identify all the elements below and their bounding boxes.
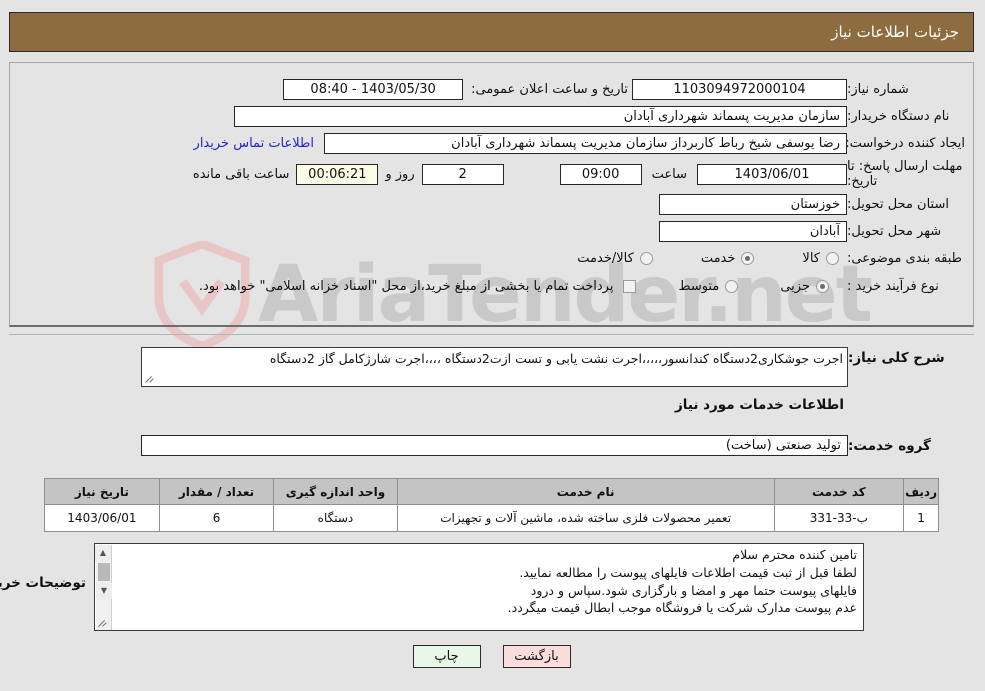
footer-buttons: بازگشت چاپ [0,645,985,668]
row-deadline: مهلت ارسال پاسخ: تا تاریخ: 1403/06/01 سا… [193,159,966,190]
radio-category-khedmat[interactable]: خدمت [702,251,756,266]
td-unit: دستگاه [274,504,399,532]
remaining-days-value: 2 [422,164,505,186]
need-number-label: شماره نیاز: [848,82,910,97]
td-name: تعمیر محصولات فلزی ساخته شده، ماشین آلات… [397,504,776,532]
remaining-days-label: روز و [386,167,416,183]
remaining-time-value: 00:06:21 [297,164,380,186]
subject-category-label: طبقه بندی موضوعی: [848,251,964,266]
need-summary-value: اجرت جوشکاری2دستگاه کندانسور،،،،،اجرت نش… [270,351,844,366]
comment-line: لطفا قبل از ثبت قیمت اطلاعات فایلهای پیو… [520,564,858,580]
page-title: جزئیات اطلاعات نیاز [832,23,960,41]
radio-category-kala-label: کالا [803,251,821,266]
deadline-time-label: ساعت [652,167,688,183]
need-number-value: 1103094972000104 [633,79,848,100]
th-quantity: تعداد / مقدار [159,478,276,505]
buyer-org-label: نام دستگاه خریدار: [848,109,951,124]
buyer-comments-label: توضیحات خریدار: [0,575,87,591]
radio-process-motavaset-label: متوسط [679,279,721,294]
td-code: ب-33-331 [774,504,906,532]
request-creator-value: رضا یوسفی شیخ رباط کاربرداز سازمان مدیری… [325,133,848,154]
purchase-process-label: نوع فرآیند خرید : [848,279,940,294]
remaining-time-label: ساعت باقی مانده [193,167,291,183]
city-value: آبادان [660,221,848,242]
need-info-form-panel: شماره نیاز: 1103094972000104 تاریخ و ساع… [10,62,975,327]
radio-process-jozi-label: جزیی [781,279,811,294]
buyer-contact-link[interactable]: اطلاعات تماس خریدار [195,136,315,151]
comment-line: فایلهای پیوست حتما مهر و امضا و بارگزاری… [531,582,858,598]
radio-process-jozi[interactable]: جزیی [781,279,830,294]
row-service-group: گروه خدمت: تولید صنعتی (ساخت) [142,435,967,456]
service-group-label: گروه خدمت: [849,437,932,454]
resize-grip-icon [145,375,155,385]
row-need-summary: شرح کلی نیاز: اجرت جوشکاری2دستگاه کندانس… [142,347,967,387]
th-need-date: تاریخ نیاز [45,478,161,505]
scroll-up-icon[interactable]: ▲ [96,545,112,561]
comment-line: تامین کننده محترم سلام [733,547,858,562]
td-quantity: 6 [159,504,276,532]
comment-line: عدم پیوست مدارک شرکت یا فروشگاه موجب ابط… [508,600,858,616]
province-value: خوزستان [660,194,848,215]
radio-category-kala-khedmat-label: کالا/خدمت [578,251,635,266]
services-section-title: اطلاعات خدمات مورد نیاز [675,397,845,413]
scrollbar-thumb[interactable] [99,563,111,581]
deadline-label: مهلت ارسال پاسخ: تا تاریخ: [848,159,964,189]
page-root: AriaTender.net جزئیات اطلاعات نیاز شماره… [0,0,985,691]
need-summary-label: شرح کلی نیاز: [849,350,946,366]
row-request-creator: ایجاد کننده درخواست: رضا یوسفی شیخ رباط … [195,133,966,154]
comments-scrollbar[interactable]: ▲ ▼ [96,545,113,630]
print-button[interactable]: چاپ [413,645,482,668]
buyer-comments-section: توضیحات خریدار: تامین کننده محترم سلام ل… [0,540,975,635]
announce-datetime-value: 1403/05/30 - 08:40 [284,79,465,100]
page-title-bar: جزئیات اطلاعات نیاز [10,12,975,52]
buyer-comments-textarea[interactable]: تامین کننده محترم سلام لطفا قبل از ثبت ق… [95,543,865,631]
treasury-bond-text: پرداخت تمام یا بخشی از مبلغ خرید،از محل … [199,279,615,294]
radio-category-kala-khedmat[interactable]: کالا/خدمت [578,251,654,266]
buyer-org-value: سازمان مدیریت پسماند شهرداری آبادان [235,106,848,127]
radio-category-kala-khedmat-icon[interactable] [640,252,654,265]
th-name: نام خدمت [397,478,776,505]
treasury-bond-checkbox-icon[interactable] [624,280,638,293]
scroll-down-icon[interactable]: ▼ [97,583,113,599]
radio-category-khedmat-label: خدمت [701,251,737,266]
th-code: کد خدمت [774,478,906,505]
need-summary-textarea[interactable]: اجرت جوشکاری2دستگاه کندانسور،،،،،اجرت نش… [142,347,849,387]
row-province: استان محل تحویل: خوزستان [660,194,966,215]
row-services-section-title: اطلاعات خدمات مورد نیاز [676,397,845,413]
city-label: شهر محل تحویل: [848,224,943,239]
treasury-bond-checkbox-group[interactable]: پرداخت تمام یا بخشی از مبلغ خرید،از محل … [200,279,638,294]
radio-process-motavaset-icon[interactable] [726,280,740,293]
radio-category-khedmat-icon[interactable] [742,252,756,265]
row-announce-datetime: تاریخ و ساعت اعلان عمومی: 1403/05/30 - 0… [284,79,629,100]
deadline-date-value: 1403/06/01 [698,164,848,186]
row-purchase-process: نوع فرآیند خرید : جزیی متوسط پرداخت تمام… [200,279,966,294]
row-subject-category: طبقه بندی موضوعی: کالا خدمت کالا/خدمت [578,251,966,266]
service-group-value: تولید صنعتی (ساخت) [142,435,849,456]
table-header-row: ردیف کد خدمت نام خدمت واحد اندازه گیری ت… [45,478,940,505]
deadline-time-value: 09:00 [560,164,643,186]
row-buyer-org: نام دستگاه خریدار: سازمان مدیریت پسماند … [235,106,966,127]
province-label: استان محل تحویل: [848,197,950,212]
services-table: ردیف کد خدمت نام خدمت واحد اندازه گیری ت… [45,478,940,532]
td-need-date: 1403/06/01 [45,504,161,532]
request-creator-label: ایجاد کننده درخواست: [846,136,966,151]
radio-process-motavaset[interactable]: متوسط [679,279,740,294]
table-row: 1 ب-33-331 تعمیر محصولات فلزی ساخته شده،… [45,504,940,532]
radio-process-jozi-icon[interactable] [817,280,830,293]
radio-category-kala[interactable]: کالا [803,251,840,266]
row-need-number: شماره نیاز: 1103094972000104 [633,79,966,100]
th-index: ردیف [904,478,940,505]
th-unit: واحد اندازه گیری [274,478,399,505]
radio-category-kala-icon[interactable] [827,252,840,265]
description-panel: شرح کلی نیاز: اجرت جوشکاری2دستگاه کندانس… [10,334,975,469]
row-city: شهر محل تحویل: آبادان [660,221,966,242]
td-index: 1 [904,504,940,532]
announce-datetime-label: تاریخ و ساعت اعلان عمومی: [472,82,629,97]
back-button[interactable]: بازگشت [503,645,572,668]
